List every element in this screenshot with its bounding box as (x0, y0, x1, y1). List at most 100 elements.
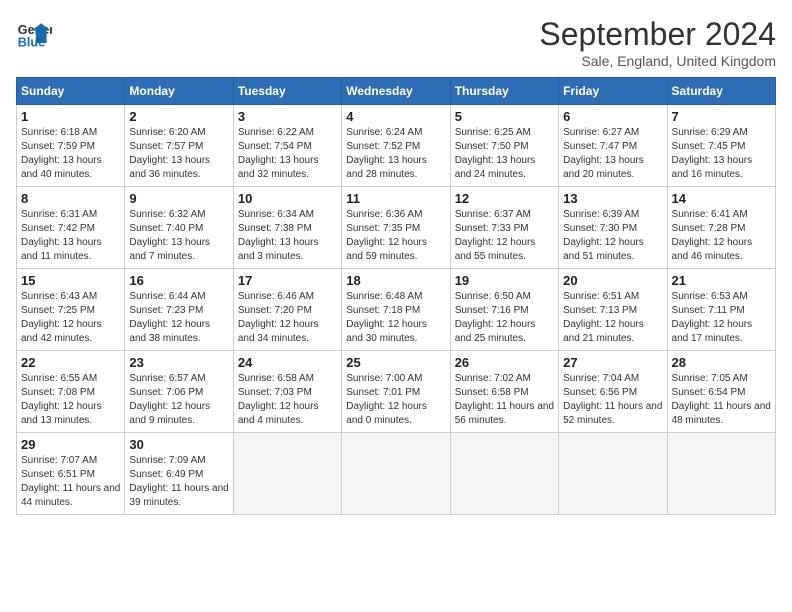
day-number: 10 (238, 191, 337, 206)
table-row: 4 Sunrise: 6:24 AMSunset: 7:52 PMDayligh… (342, 105, 450, 187)
day-info: Sunrise: 6:41 AMSunset: 7:28 PMDaylight:… (672, 209, 753, 262)
day-info: Sunrise: 6:25 AMSunset: 7:50 PMDaylight:… (455, 127, 536, 180)
table-row: 23 Sunrise: 6:57 AMSunset: 7:06 PMDaylig… (125, 351, 233, 433)
table-row: 18 Sunrise: 6:48 AMSunset: 7:18 PMDaylig… (342, 269, 450, 351)
calendar: Sunday Monday Tuesday Wednesday Thursday… (16, 77, 776, 515)
day-info: Sunrise: 6:57 AMSunset: 7:06 PMDaylight:… (129, 373, 210, 426)
day-number: 4 (346, 109, 445, 124)
col-monday: Monday (125, 78, 233, 105)
day-number: 1 (21, 109, 120, 124)
table-row: 24 Sunrise: 6:58 AMSunset: 7:03 PMDaylig… (233, 351, 341, 433)
table-row (342, 433, 450, 515)
day-info: Sunrise: 6:44 AMSunset: 7:23 PMDaylight:… (129, 291, 210, 344)
day-number: 30 (129, 437, 228, 452)
location: Sale, England, United Kingdom (539, 53, 776, 69)
table-row: 13 Sunrise: 6:39 AMSunset: 7:30 PMDaylig… (559, 187, 667, 269)
day-info: Sunrise: 7:02 AMSunset: 6:58 PMDaylight:… (455, 373, 554, 426)
day-info: Sunrise: 6:43 AMSunset: 7:25 PMDaylight:… (21, 291, 102, 344)
day-info: Sunrise: 6:29 AMSunset: 7:45 PMDaylight:… (672, 127, 753, 180)
table-row: 16 Sunrise: 6:44 AMSunset: 7:23 PMDaylig… (125, 269, 233, 351)
day-number: 24 (238, 355, 337, 370)
table-row (559, 433, 667, 515)
table-row: 14 Sunrise: 6:41 AMSunset: 7:28 PMDaylig… (667, 187, 775, 269)
day-info: Sunrise: 6:18 AMSunset: 7:59 PMDaylight:… (21, 127, 102, 180)
day-number: 22 (21, 355, 120, 370)
table-row: 21 Sunrise: 6:53 AMSunset: 7:11 PMDaylig… (667, 269, 775, 351)
day-number: 15 (21, 273, 120, 288)
calendar-week-row: 8 Sunrise: 6:31 AMSunset: 7:42 PMDayligh… (17, 187, 776, 269)
day-info: Sunrise: 6:37 AMSunset: 7:33 PMDaylight:… (455, 209, 536, 262)
day-number: 6 (563, 109, 662, 124)
day-info: Sunrise: 6:58 AMSunset: 7:03 PMDaylight:… (238, 373, 319, 426)
day-number: 12 (455, 191, 554, 206)
day-number: 27 (563, 355, 662, 370)
calendar-week-row: 29 Sunrise: 7:07 AMSunset: 6:51 PMDaylig… (17, 433, 776, 515)
day-info: Sunrise: 6:39 AMSunset: 7:30 PMDaylight:… (563, 209, 644, 262)
table-row: 6 Sunrise: 6:27 AMSunset: 7:47 PMDayligh… (559, 105, 667, 187)
table-row: 29 Sunrise: 7:07 AMSunset: 6:51 PMDaylig… (17, 433, 125, 515)
day-info: Sunrise: 6:36 AMSunset: 7:35 PMDaylight:… (346, 209, 427, 262)
day-info: Sunrise: 7:07 AMSunset: 6:51 PMDaylight:… (21, 455, 120, 508)
calendar-header-row: Sunday Monday Tuesday Wednesday Thursday… (17, 78, 776, 105)
day-number: 3 (238, 109, 337, 124)
col-saturday: Saturday (667, 78, 775, 105)
table-row (667, 433, 775, 515)
table-row: 1 Sunrise: 6:18 AMSunset: 7:59 PMDayligh… (17, 105, 125, 187)
day-info: Sunrise: 7:00 AMSunset: 7:01 PMDaylight:… (346, 373, 427, 426)
day-info: Sunrise: 6:53 AMSunset: 7:11 PMDaylight:… (672, 291, 753, 344)
header: General Blue September 2024 Sale, Englan… (16, 16, 776, 69)
day-number: 19 (455, 273, 554, 288)
day-number: 5 (455, 109, 554, 124)
day-number: 28 (672, 355, 771, 370)
table-row: 8 Sunrise: 6:31 AMSunset: 7:42 PMDayligh… (17, 187, 125, 269)
table-row: 12 Sunrise: 6:37 AMSunset: 7:33 PMDaylig… (450, 187, 558, 269)
table-row: 28 Sunrise: 7:05 AMSunset: 6:54 PMDaylig… (667, 351, 775, 433)
table-row: 20 Sunrise: 6:51 AMSunset: 7:13 PMDaylig… (559, 269, 667, 351)
col-tuesday: Tuesday (233, 78, 341, 105)
day-info: Sunrise: 6:55 AMSunset: 7:08 PMDaylight:… (21, 373, 102, 426)
day-number: 18 (346, 273, 445, 288)
day-number: 16 (129, 273, 228, 288)
day-number: 9 (129, 191, 228, 206)
day-info: Sunrise: 6:31 AMSunset: 7:42 PMDaylight:… (21, 209, 102, 262)
table-row: 7 Sunrise: 6:29 AMSunset: 7:45 PMDayligh… (667, 105, 775, 187)
day-info: Sunrise: 6:51 AMSunset: 7:13 PMDaylight:… (563, 291, 644, 344)
day-info: Sunrise: 6:46 AMSunset: 7:20 PMDaylight:… (238, 291, 319, 344)
table-row: 26 Sunrise: 7:02 AMSunset: 6:58 PMDaylig… (450, 351, 558, 433)
col-wednesday: Wednesday (342, 78, 450, 105)
day-info: Sunrise: 6:34 AMSunset: 7:38 PMDaylight:… (238, 209, 319, 262)
calendar-week-row: 22 Sunrise: 6:55 AMSunset: 7:08 PMDaylig… (17, 351, 776, 433)
logo: General Blue (16, 16, 52, 52)
calendar-week-row: 1 Sunrise: 6:18 AMSunset: 7:59 PMDayligh… (17, 105, 776, 187)
day-info: Sunrise: 6:24 AMSunset: 7:52 PMDaylight:… (346, 127, 427, 180)
table-row: 17 Sunrise: 6:46 AMSunset: 7:20 PMDaylig… (233, 269, 341, 351)
table-row: 10 Sunrise: 6:34 AMSunset: 7:38 PMDaylig… (233, 187, 341, 269)
day-number: 29 (21, 437, 120, 452)
day-number: 2 (129, 109, 228, 124)
table-row: 27 Sunrise: 7:04 AMSunset: 6:56 PMDaylig… (559, 351, 667, 433)
col-sunday: Sunday (17, 78, 125, 105)
day-info: Sunrise: 7:09 AMSunset: 6:49 PMDaylight:… (129, 455, 228, 508)
day-number: 26 (455, 355, 554, 370)
day-info: Sunrise: 6:27 AMSunset: 7:47 PMDaylight:… (563, 127, 644, 180)
table-row: 25 Sunrise: 7:00 AMSunset: 7:01 PMDaylig… (342, 351, 450, 433)
table-row: 5 Sunrise: 6:25 AMSunset: 7:50 PMDayligh… (450, 105, 558, 187)
day-number: 23 (129, 355, 228, 370)
day-info: Sunrise: 6:48 AMSunset: 7:18 PMDaylight:… (346, 291, 427, 344)
calendar-body: 1 Sunrise: 6:18 AMSunset: 7:59 PMDayligh… (17, 105, 776, 515)
day-number: 21 (672, 273, 771, 288)
logo-icon: General Blue (16, 16, 52, 52)
col-thursday: Thursday (450, 78, 558, 105)
day-number: 7 (672, 109, 771, 124)
day-number: 14 (672, 191, 771, 206)
table-row (233, 433, 341, 515)
day-number: 17 (238, 273, 337, 288)
day-info: Sunrise: 6:50 AMSunset: 7:16 PMDaylight:… (455, 291, 536, 344)
table-row: 11 Sunrise: 6:36 AMSunset: 7:35 PMDaylig… (342, 187, 450, 269)
day-number: 8 (21, 191, 120, 206)
day-info: Sunrise: 7:04 AMSunset: 6:56 PMDaylight:… (563, 373, 662, 426)
day-number: 20 (563, 273, 662, 288)
table-row: 30 Sunrise: 7:09 AMSunset: 6:49 PMDaylig… (125, 433, 233, 515)
day-info: Sunrise: 6:22 AMSunset: 7:54 PMDaylight:… (238, 127, 319, 180)
day-info: Sunrise: 6:32 AMSunset: 7:40 PMDaylight:… (129, 209, 210, 262)
